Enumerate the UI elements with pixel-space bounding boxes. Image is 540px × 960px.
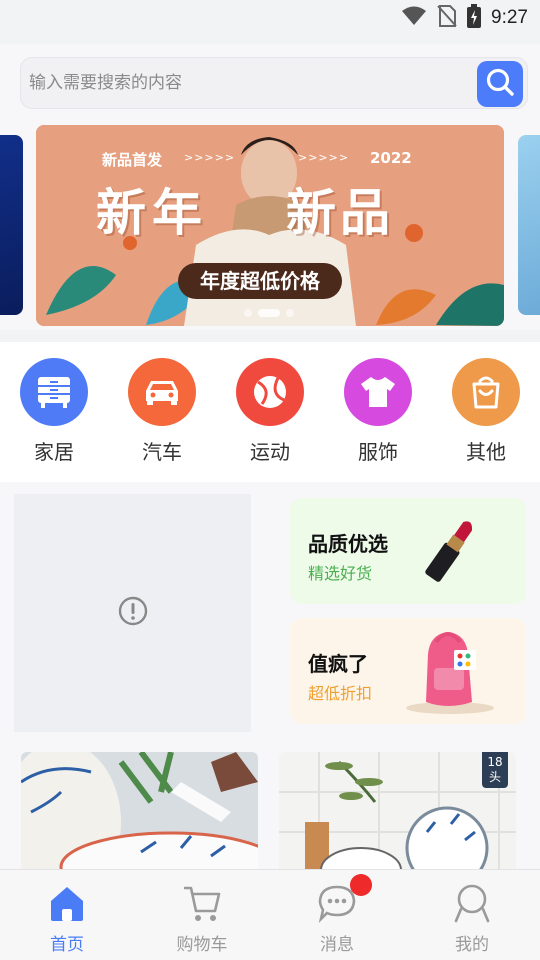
search-icon — [485, 67, 515, 101]
backpack-icon — [398, 624, 498, 720]
wifi-icon — [401, 6, 427, 30]
banner-dot[interactable] — [286, 309, 294, 317]
banner-next-card[interactable] — [518, 135, 540, 315]
status-time: 9:27 — [491, 7, 528, 28]
search-bar — [0, 44, 540, 124]
banner-slide[interactable]: 新品首发 >>>>> >>>>> 2022 新年 新品 年度超低价格 — [36, 125, 504, 326]
banner-dot[interactable] — [244, 309, 252, 317]
tab-cart[interactable]: 购物车 — [157, 880, 247, 955]
category-other[interactable]: 其他 — [441, 358, 531, 465]
category-clothing[interactable]: 服饰 — [333, 358, 423, 465]
shirt-icon — [344, 358, 412, 426]
badge-number: 18 — [487, 755, 503, 769]
home-icon — [44, 880, 90, 926]
banner-carousel[interactable]: 新品首发 >>>>> >>>>> 2022 新年 新品 年度超低价格 — [0, 124, 540, 330]
status-icons: 9:27 — [401, 4, 528, 32]
category-label: 家居 — [34, 440, 74, 464]
message-icon — [314, 874, 372, 926]
tab-label: 消息 — [320, 935, 354, 955]
banner-arrows-left: >>>>> — [184, 151, 236, 164]
lipstick-icon — [420, 510, 482, 594]
promo-subtitle: 精选好货 — [308, 564, 373, 583]
search-box — [20, 57, 528, 109]
product-feed: 18 头 — [0, 752, 540, 870]
promo-subtitle: 超低折扣 — [308, 684, 373, 703]
category-label: 运动 — [250, 440, 290, 464]
banner-prev-card[interactable] — [0, 135, 23, 315]
error-icon — [118, 596, 148, 630]
category-home[interactable]: 家居 — [9, 358, 99, 465]
category-label: 汽车 — [142, 440, 182, 464]
banner-year: 2022 — [370, 149, 412, 167]
promo-title: 值疯了 — [308, 652, 368, 676]
tab-label: 首页 — [50, 935, 84, 955]
category-car[interactable]: 汽车 — [117, 358, 207, 465]
promo-section: 品质优选 精选好货 值疯了 超低折扣 — [0, 482, 540, 752]
promo-card-quality[interactable]: 品质优选 精选好货 — [290, 498, 526, 604]
promo-title: 品质优选 — [308, 532, 388, 556]
bottom-tab-bar: 首页 购物车 消息 我的 — [0, 869, 540, 960]
banner-arrows-right: >>>>> — [298, 151, 350, 164]
car-icon — [128, 358, 196, 426]
bag-icon — [452, 358, 520, 426]
tab-label: 购物车 — [176, 935, 228, 955]
badge-unit: 头 — [488, 770, 501, 784]
banner-sub-label: 年度超低价格 — [178, 263, 342, 299]
no-sim-icon — [437, 5, 457, 31]
tab-messages[interactable]: 消息 — [292, 874, 382, 955]
banner-headline-right: 新品 — [286, 184, 394, 242]
search-input[interactable] — [29, 68, 469, 98]
user-icon — [449, 880, 495, 926]
tab-label: 我的 — [455, 935, 489, 955]
ball-icon — [236, 358, 304, 426]
category-grid: 家居 汽车 运动 服饰 其他 — [0, 342, 540, 482]
banner-dot-active[interactable] — [258, 309, 280, 317]
product-badge: 18 头 — [482, 752, 508, 788]
banner-headline-left: 新年 — [96, 184, 208, 242]
banner-tag: 新品首发 — [102, 151, 163, 169]
image-placeholder[interactable] — [14, 494, 251, 732]
status-bar: 9:27 — [0, 0, 540, 44]
unread-dot — [350, 874, 372, 896]
category-label: 服饰 — [358, 440, 398, 464]
product-card[interactable] — [21, 752, 258, 870]
banner-pagination — [244, 309, 294, 317]
tab-home[interactable]: 首页 — [22, 880, 112, 955]
cart-icon — [179, 880, 225, 926]
search-button[interactable] — [477, 61, 523, 107]
category-label: 其他 — [466, 440, 506, 464]
dresser-icon — [20, 358, 88, 426]
category-sports[interactable]: 运动 — [225, 358, 315, 465]
battery-charging-icon — [467, 4, 482, 32]
promo-card-deals[interactable]: 值疯了 超低折扣 — [290, 618, 526, 724]
tab-profile[interactable]: 我的 — [427, 880, 517, 955]
product-card[interactable]: 18 头 — [279, 752, 516, 870]
